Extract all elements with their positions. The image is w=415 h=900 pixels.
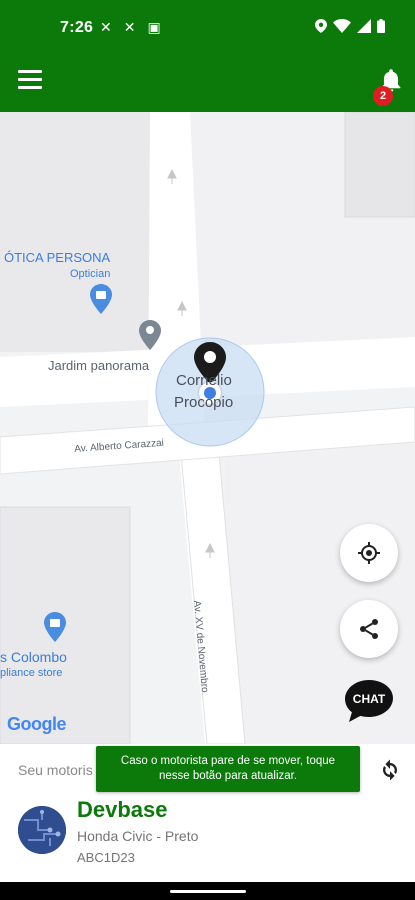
status-system-icons: [315, 19, 385, 33]
refresh-button[interactable]: [376, 756, 404, 784]
poi-park-marker-icon[interactable]: [139, 320, 161, 350]
poi-store-name: s Colombo: [0, 649, 67, 665]
chat-button[interactable]: CHAT: [343, 678, 395, 724]
refresh-icon: [383, 759, 397, 781]
poi-store-type: pliance store: [0, 667, 63, 679]
battery-icon: [377, 19, 385, 33]
app-bar: [0, 52, 415, 112]
city-label-line1: Cornelio: [176, 372, 232, 389]
hamburger-line: [18, 86, 42, 89]
status-time: 7:26: [60, 19, 94, 36]
crosshair-icon: [358, 542, 380, 564]
share-button[interactable]: [340, 600, 398, 658]
my-location-button[interactable]: [340, 524, 398, 582]
notification-badge: 2: [373, 86, 393, 106]
poi-optician-name: ÓTICA PERSONA: [4, 250, 111, 265]
poi-optician-marker-icon[interactable]: [90, 284, 112, 314]
wifi-icon: [333, 19, 351, 33]
location-pin-icon: [315, 19, 327, 33]
car-plate: ABC1D23: [77, 850, 135, 865]
notification-sim-icon: ▣: [147, 19, 161, 35]
driver-name: Devbase: [77, 797, 168, 822]
google-logo: Google: [7, 714, 67, 734]
hamburger-icon: [18, 70, 42, 73]
home-gesture-handle[interactable]: [170, 890, 246, 893]
share-icon: [360, 619, 378, 639]
poi-store-marker-icon[interactable]: [44, 612, 66, 642]
city-label-line2: Procopio: [174, 394, 234, 411]
chat-label: CHAT: [352, 692, 386, 706]
poi-park-name: Jardim panorama: [48, 358, 150, 373]
circuit-pattern-icon: [18, 806, 66, 854]
notification-x-icon: ✕: [100, 19, 112, 35]
driver-avatar: [18, 806, 66, 854]
poi-optician-type: Optician: [70, 268, 111, 280]
refresh-tooltip: Caso o motorista pare de se mover, toque…: [96, 746, 360, 792]
menu-button[interactable]: [18, 70, 42, 90]
status-bar: 7:26 ✕ ✕ ▣: [0, 0, 415, 52]
notification-x-icon: ✕: [123, 19, 136, 35]
status-notification-icons: ✕ ✕ ▣: [100, 19, 161, 36]
signal-icon: [357, 19, 371, 33]
hamburger-line: [18, 78, 42, 81]
car-model: Honda Civic - Preto: [77, 828, 199, 844]
driver-section-label: Seu motoris: [18, 762, 93, 778]
